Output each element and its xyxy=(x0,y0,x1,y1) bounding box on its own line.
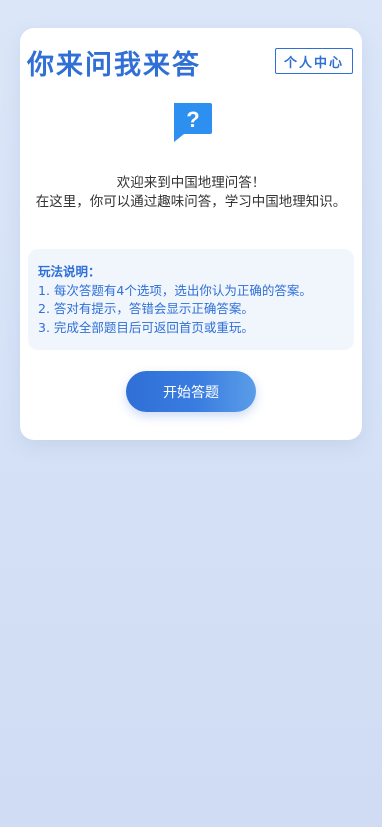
card-header: 你来问我来答 个人中心 xyxy=(20,28,362,102)
start-quiz-button[interactable]: 开始答题 xyxy=(126,371,256,412)
rules-item-2: 2. 答对有提示，答错会显示正确答案。 xyxy=(38,301,254,316)
rules-panel: 玩法说明： 1. 每次答题有4个选项，选出你认为正确的答案。 2. 答对有提示，… xyxy=(28,249,354,350)
rules-item-3: 3. 完成全部题目后可返回首页或重玩。 xyxy=(38,319,254,335)
main-card: 你来问我来答 个人中心 ? 欢迎来到中国地理问答！ 在这里，你可以通过趣味问答，… xyxy=(20,28,362,440)
rules-title: 玩法说明： xyxy=(38,264,101,279)
rules-item-1: 1. 每次答题有4个选项，选出你认为正确的答案。 xyxy=(38,282,312,298)
page-title: 你来问我来答 xyxy=(27,50,201,81)
welcome-text: 欢迎来到中国地理问答！ 在这里，你可以通过趣味问答，学习中国地理知识。 xyxy=(30,174,352,212)
welcome-line-1: 欢迎来到中国地理问答！ xyxy=(116,175,266,191)
profile-center-button[interactable]: 个人中心 xyxy=(275,48,353,74)
welcome-line-2: 在这里，你可以通过趣味问答，学习中国地理知识。 xyxy=(35,194,347,210)
question-mark-glyph: ? xyxy=(186,107,199,132)
question-bubble-icon: ? xyxy=(174,103,212,142)
